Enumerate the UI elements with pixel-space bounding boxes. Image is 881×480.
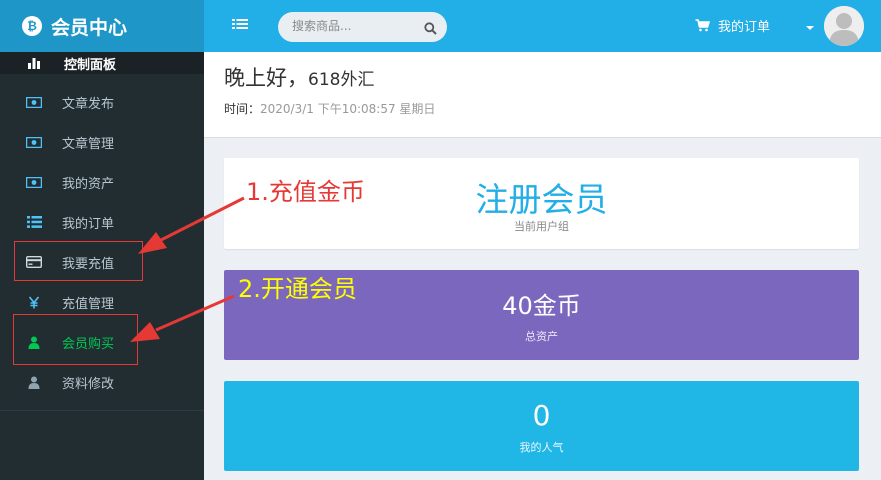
annotation-step1: 1.充值金币 <box>246 178 365 206</box>
annotation-arrows <box>130 196 245 342</box>
annotation-arrow-2 <box>155 294 235 332</box>
annotation-step2: 2.开通会员 <box>238 275 357 303</box>
annotation-arrowhead-2 <box>130 322 160 342</box>
annotation-arrowhead-1 <box>138 232 167 254</box>
annotation-arrow-1 <box>160 196 245 242</box>
